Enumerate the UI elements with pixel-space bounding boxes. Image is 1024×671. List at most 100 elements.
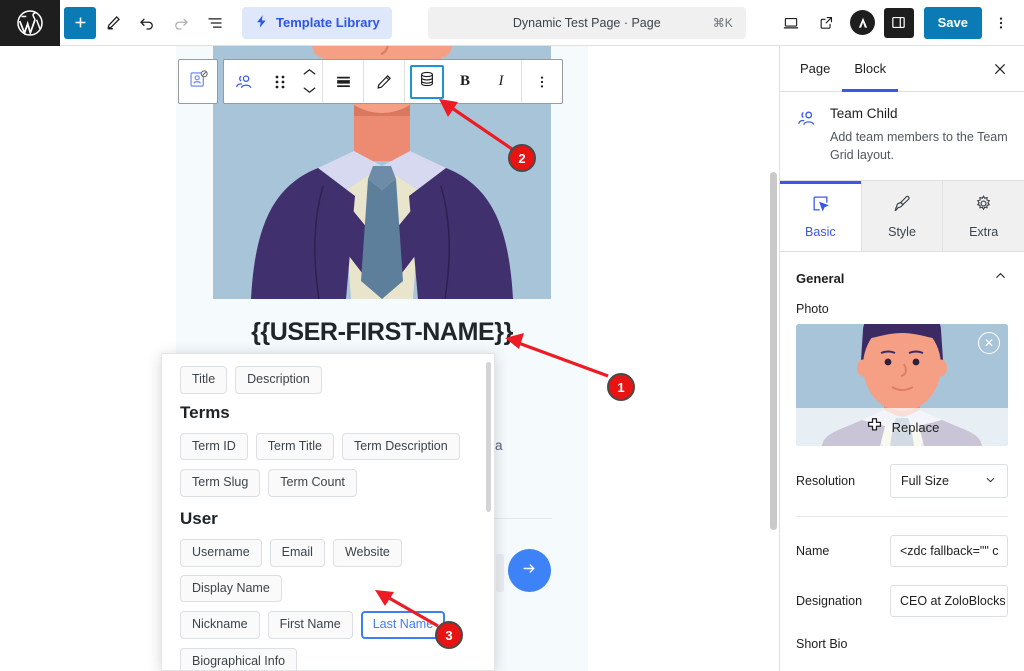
- member-name-heading[interactable]: {{USER-FIRST-NAME}}: [176, 318, 588, 347]
- block-more-options-icon[interactable]: [524, 60, 560, 103]
- subtab-extra[interactable]: Extra: [943, 181, 1024, 252]
- chevron-down-icon: [984, 473, 997, 489]
- bold-button[interactable]: B: [447, 60, 483, 103]
- cursor-select-icon: [811, 194, 830, 216]
- terms-chip-row-2: Term Slug Term Count: [180, 469, 476, 497]
- replace-photo-button[interactable]: Replace: [796, 408, 1008, 447]
- block-info-card: Team Child Add team members to the Team …: [780, 92, 1024, 182]
- team-child-block-icon[interactable]: [226, 60, 262, 103]
- chip-term-slug[interactable]: Term Slug: [180, 469, 261, 497]
- move-up-icon[interactable]: [302, 64, 317, 82]
- preview-external-link-icon[interactable]: [810, 6, 844, 40]
- resolution-label: Resolution: [796, 474, 856, 489]
- chip-title[interactable]: Title: [180, 366, 228, 394]
- align-text-icon[interactable]: [325, 60, 361, 103]
- toolbar-group-format: B I: [405, 60, 522, 103]
- chip-website[interactable]: Website: [332, 538, 402, 567]
- italic-button[interactable]: I: [483, 60, 519, 103]
- block-toolbar: B I: [178, 59, 563, 104]
- tools-pencil-icon[interactable]: [96, 6, 130, 40]
- adjacent-card-edge: [496, 554, 504, 592]
- sidebar-tabs: Page Block: [780, 46, 1024, 92]
- tab-page[interactable]: Page: [788, 46, 842, 92]
- pencil-edit-icon[interactable]: [366, 60, 402, 103]
- resolution-value: Full Size: [901, 474, 949, 489]
- general-section-title: General: [796, 270, 845, 286]
- annotation-badge-3: 3: [435, 621, 463, 649]
- chip-term-id[interactable]: Term ID: [180, 432, 248, 461]
- list-view-icon[interactable]: [198, 6, 232, 40]
- close-sidebar-icon[interactable]: [984, 53, 1016, 85]
- dynamic-data-toolbar-button[interactable]: [410, 64, 444, 99]
- settings-sidebar: Page Block Team Child Add team members t…: [779, 46, 1024, 671]
- move-down-icon[interactable]: [302, 82, 317, 100]
- chip-first-name[interactable]: First Name: [267, 611, 353, 639]
- annotation-badge-1: 1: [607, 373, 635, 401]
- chip-display-name[interactable]: Display Name: [180, 574, 282, 603]
- zolo-lightning-icon: [254, 14, 269, 32]
- drag-handle-icon[interactable]: [262, 60, 298, 103]
- settings-divider: [796, 516, 1008, 518]
- name-field: Name <zdc fallback="" c: [796, 535, 1008, 568]
- terms-chip-row-1: Term ID Term Title Term Description: [180, 432, 476, 461]
- toolbar-group-more: [522, 60, 562, 103]
- canvas-scrollbar[interactable]: [770, 172, 777, 530]
- user-chip-row-3: Biographical Info: [180, 647, 476, 670]
- wordpress-logo-icon[interactable]: [0, 0, 60, 46]
- more-options-vertical-icon[interactable]: [984, 6, 1018, 40]
- block-title: Team Child: [830, 106, 898, 121]
- redo-icon[interactable]: [164, 6, 198, 40]
- template-library-label: Template Library: [276, 15, 380, 30]
- name-input[interactable]: <zdc fallback="" c: [890, 535, 1008, 568]
- chip-last-name[interactable]: Last Name: [360, 611, 446, 639]
- move-block-controls[interactable]: [298, 60, 320, 103]
- toolbar-group-block: [224, 60, 323, 103]
- block-description: Add team members to the Team Grid layout…: [830, 130, 1008, 163]
- select-parent-team-grid-button[interactable]: [178, 59, 218, 104]
- database-dynamic-data-icon: [418, 70, 436, 93]
- arrow-right-button[interactable]: [508, 549, 551, 592]
- subtab-style[interactable]: Style: [861, 181, 944, 252]
- chip-email[interactable]: Email: [269, 538, 325, 567]
- undo-icon[interactable]: [130, 6, 164, 40]
- chip-term-description[interactable]: Term Description: [341, 432, 460, 461]
- general-section-header[interactable]: General: [796, 268, 1008, 288]
- sidebar-subtabs: Basic Style Extra: [780, 181, 1024, 253]
- subtab-basic[interactable]: Basic: [780, 181, 862, 252]
- resolution-select[interactable]: Full Size: [890, 464, 1008, 499]
- subtab-basic-label: Basic: [805, 224, 836, 239]
- user-chip-row-1: Username Email Website Display Name: [180, 538, 476, 603]
- chip-term-title[interactable]: Term Title: [255, 432, 334, 461]
- replace-media-icon: [865, 416, 884, 438]
- top-bar-right-tools: Save: [774, 6, 1024, 40]
- astra-brand-icon[interactable]: [846, 6, 880, 40]
- short-bio-label: Short Bio: [796, 637, 848, 652]
- settings-sidebar-toggle-icon[interactable]: [882, 6, 916, 40]
- add-block-button[interactable]: [64, 6, 96, 39]
- chip-biographical-info[interactable]: Biographical Info: [180, 647, 298, 670]
- template-library-button[interactable]: Template Library: [242, 6, 392, 39]
- resolution-field: Resolution Full Size: [796, 464, 1008, 499]
- popover-scrollbar[interactable]: [486, 362, 491, 512]
- name-label: Name: [796, 544, 830, 559]
- chip-term-count[interactable]: Term Count: [268, 469, 357, 497]
- command-shortcut: ⌘K: [712, 15, 733, 30]
- tab-block[interactable]: Block: [842, 46, 898, 92]
- chip-username[interactable]: Username: [180, 538, 262, 567]
- editor-top-bar: Template Library Dynamic Test Page · Pag…: [0, 0, 1024, 46]
- block-toolbar-main: B I: [223, 59, 563, 104]
- annotation-badge-2: 2: [508, 144, 536, 172]
- save-button[interactable]: Save: [923, 6, 982, 39]
- designation-input[interactable]: CEO at ZoloBlocks: [890, 585, 1008, 618]
- document-title: Dynamic Test Page · Page: [512, 15, 661, 30]
- chip-nickname[interactable]: Nickname: [180, 611, 260, 639]
- user-chip-row-2: Nickname First Name Last Name: [180, 611, 476, 639]
- document-title-bar[interactable]: Dynamic Test Page · Page ⌘K: [427, 6, 746, 39]
- replace-photo-label: Replace: [891, 419, 940, 435]
- paint-brush-icon: [893, 194, 912, 216]
- chevron-up-icon[interactable]: [993, 268, 1008, 288]
- desktop-view-icon[interactable]: [774, 6, 808, 40]
- chip-description[interactable]: Description: [235, 366, 322, 394]
- photo-preview[interactable]: ✕ Replace: [796, 324, 1008, 447]
- popover-heading-user: User: [180, 508, 218, 528]
